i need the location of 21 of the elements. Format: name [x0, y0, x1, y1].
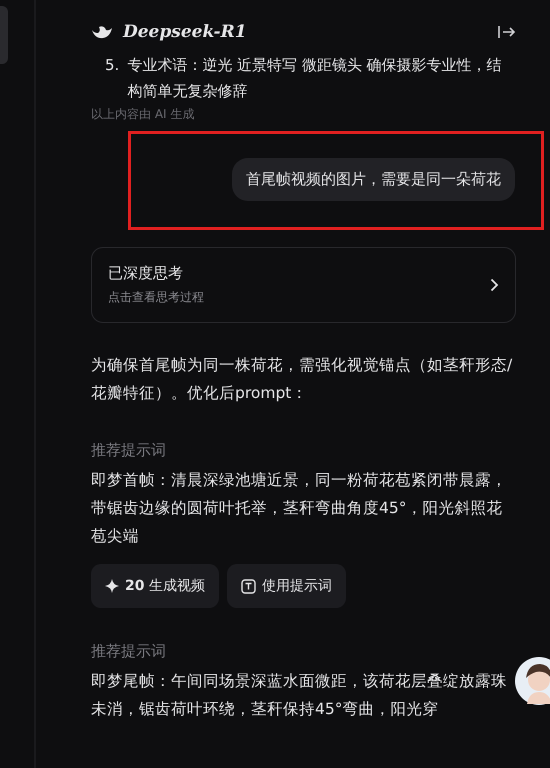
ai-note: 以上内容由 AI 生成: [91, 106, 196, 123]
thinking-card[interactable]: 已深度思考 点击查看思考过程: [91, 247, 516, 323]
thinking-title: 已深度思考: [108, 264, 184, 283]
list-number: 5.: [105, 55, 120, 76]
user-message: 首尾帧视频的图片，需要是同一朵荷花: [232, 158, 515, 201]
sparkle-icon: [105, 579, 119, 593]
chevron-right-icon: [490, 278, 499, 292]
text-icon: [240, 578, 256, 594]
whale-logo-icon: [91, 24, 113, 40]
prompt-heading: 推荐提示词: [91, 441, 167, 460]
prompt-text: 即梦首帧：清晨深绿池塘近景，同一粉荷花苞紧闭带晨露，带锯齿边缘的圆荷叶托举，茎秆弯曲角度45°，阳光斜照花苞尖端: [91, 470, 508, 547]
generate-video-button[interactable]: 20 生成视频: [91, 564, 219, 608]
avatar-icon[interactable]: [514, 656, 550, 706]
prompt-heading: 推荐提示词: [91, 642, 167, 661]
prompt-text: 即梦尾帧：午间同场景深蓝水面微距，该荷花层叠绽放露珠未消，锯齿荷叶环绕，茎秆保持45°弯曲，阳光穿: [91, 671, 508, 720]
model-title: Deepseek-R1: [123, 22, 248, 42]
thinking-subtitle: 点击查看思考过程: [108, 289, 205, 306]
answer-text: 为确保首尾帧为同一株荷花，需强化视觉锚点（如茎秆形态/花瓣特征）。优化后prompt：: [91, 355, 514, 404]
exit-icon[interactable]: [498, 24, 516, 40]
list-text: 专业术语：逆光 近景特写 微距镜头 确保摄影专业性，结构简单无复杂修辞: [127, 55, 503, 102]
use-prompt-button[interactable]: 使用提示词: [226, 564, 346, 608]
